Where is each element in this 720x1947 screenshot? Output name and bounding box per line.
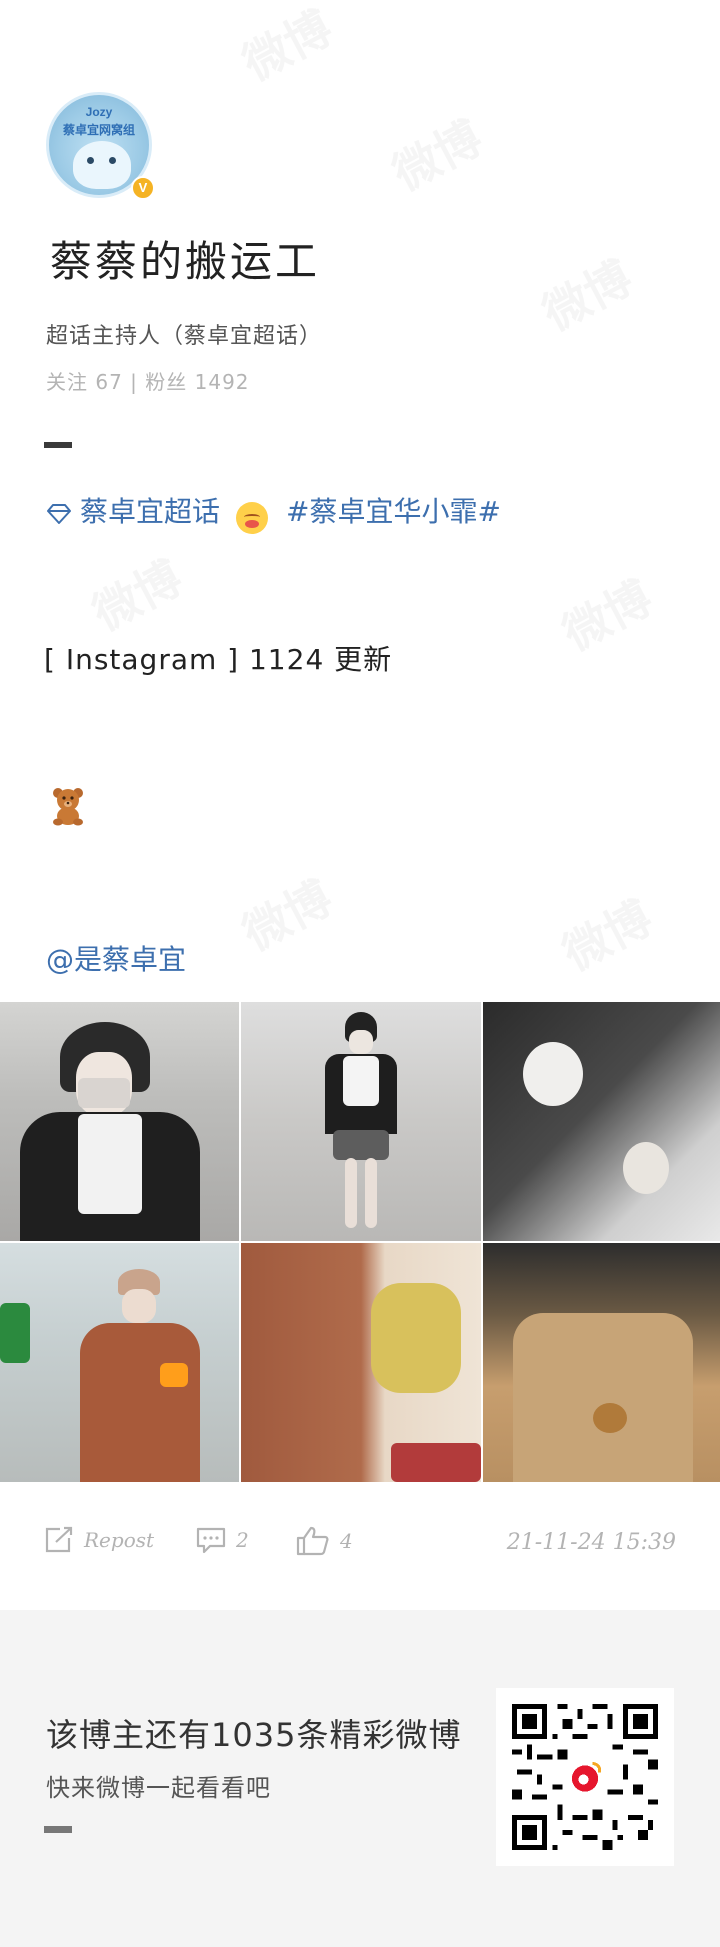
watermark: 微博 [530, 242, 642, 343]
thumbs-up-icon [296, 1526, 329, 1556]
avatar-eye [87, 157, 94, 164]
post-text: [ Instagram ] 1124 更新 [44, 643, 393, 676]
avatar-eye [109, 157, 116, 164]
like-button[interactable]: 4 [296, 1526, 353, 1556]
diamond-icon [46, 499, 72, 524]
post-photo[interactable] [483, 1243, 720, 1482]
promo-subline: 快来微博一起看看吧 [46, 1774, 271, 1802]
comment-count: 2 [236, 1528, 249, 1552]
promo-headline: 该博主还有1035条精彩微博 [46, 1716, 462, 1754]
avatar-tag-line1: Jozy [85, 105, 113, 119]
watermark: 微博 [230, 0, 342, 94]
repost-button[interactable]: Repost [44, 1526, 154, 1554]
qr-code[interactable] [496, 1688, 674, 1866]
comment-icon [196, 1527, 226, 1554]
footer-divider [44, 1826, 72, 1833]
repost-icon [45, 1526, 73, 1553]
repost-label: Repost [84, 1528, 155, 1552]
avatar-tag-line2: 蔡卓宜网窝组 [62, 123, 135, 137]
verified-badge: V [131, 176, 155, 200]
post-timestamp: 21-11-24 15:39 [506, 1530, 676, 1555]
comment-button[interactable]: 2 [196, 1526, 249, 1554]
section-divider [44, 442, 72, 448]
post-photo[interactable] [0, 1002, 239, 1241]
teddy-bear-icon [50, 786, 86, 826]
photo-grid [0, 1002, 720, 1482]
user-mention-link[interactable]: @是蔡卓宜 [46, 938, 186, 978]
post-photo[interactable] [0, 1243, 239, 1482]
post-photo[interactable] [241, 1243, 481, 1482]
topic-line: 蔡卓宜超话 #蔡卓宜华小霏# [46, 490, 501, 534]
topic-link-hashtag[interactable]: #蔡卓宜华小霏# [286, 490, 501, 530]
like-count: 4 [340, 1529, 353, 1553]
watermark: 微博 [380, 102, 492, 203]
avatar-mascot [73, 141, 131, 189]
watermark: 微博 [550, 882, 662, 983]
watermark: 微博 [230, 862, 342, 963]
user-role: 超话主持人（蔡卓宜超话） [46, 324, 323, 349]
watermark: 微博 [550, 562, 662, 663]
follow-stats: 关注 67 | 粉丝 1492 [46, 370, 250, 394]
username[interactable]: 蔡蔡的搬运工 [50, 228, 320, 289]
qr-code-icon [512, 1704, 658, 1850]
blush-emoji-icon [236, 502, 269, 534]
watermark: 微博 [80, 542, 192, 643]
post-action-bar: Repost 2 4 21-11-24 15:39 [44, 1526, 676, 1562]
post-photo[interactable] [483, 1002, 720, 1241]
post-photo[interactable] [241, 1002, 481, 1241]
topic-link-supertopic[interactable]: 蔡卓宜超话 [80, 490, 220, 530]
